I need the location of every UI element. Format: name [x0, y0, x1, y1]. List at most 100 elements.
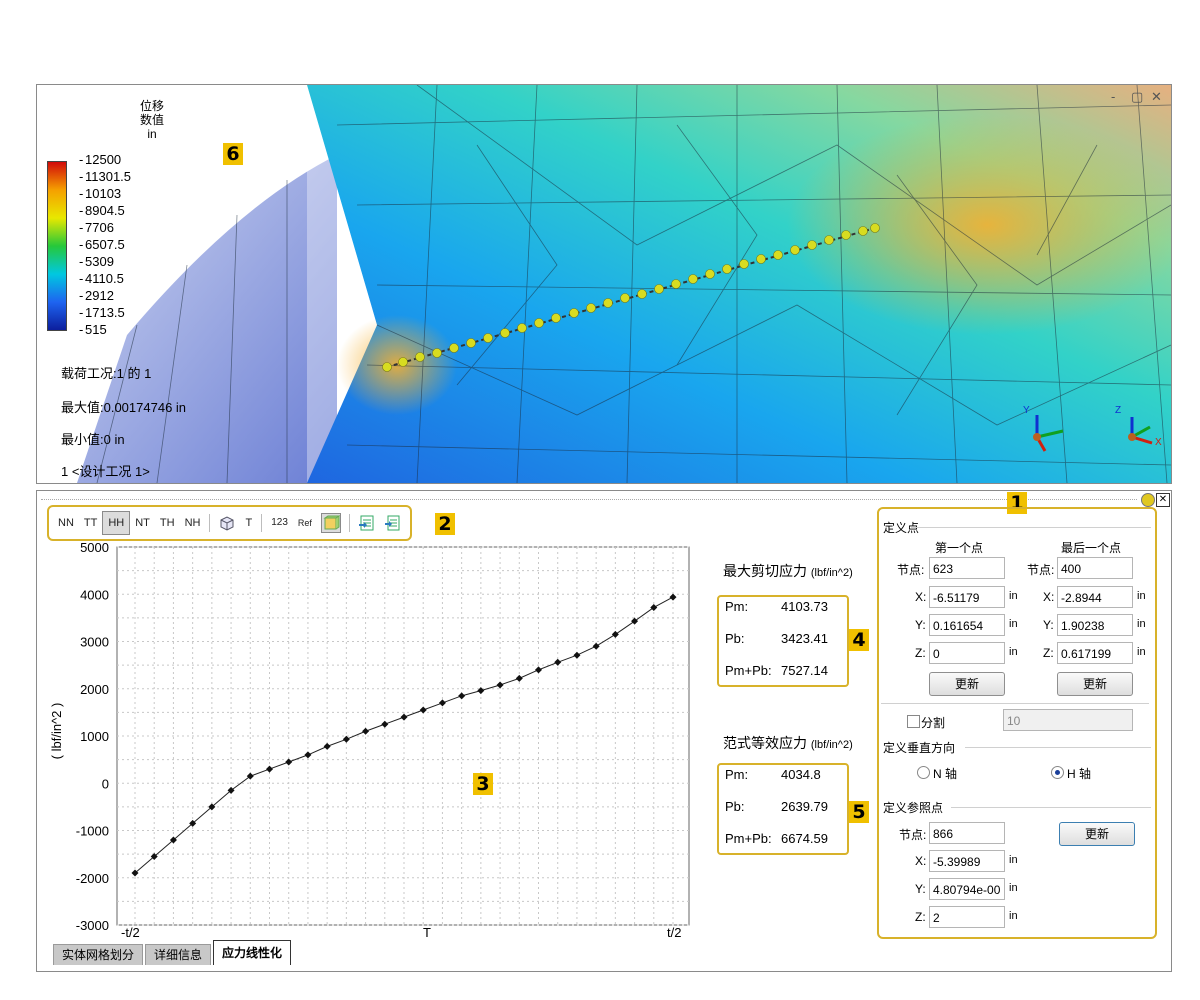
shear-pmpb-value: 7527.14: [781, 663, 828, 678]
callout-badge-3: 3: [473, 773, 493, 795]
first-y-field[interactable]: 0.161654: [929, 614, 1005, 636]
legend-value: 4110.5: [79, 272, 124, 287]
shear-title: 最大剪切应力 (lbf/in^2): [723, 561, 853, 581]
callout-badge-6: 6: [223, 143, 243, 165]
x-tick-label-end: t/2: [667, 925, 681, 940]
legend-value: 2912: [79, 289, 114, 304]
update-last-point-button[interactable]: 更新: [1057, 672, 1133, 696]
legend-value: 12500: [79, 153, 121, 168]
y-tick-label: -2000: [76, 871, 109, 886]
last-point-heading: 最后一个点: [1061, 541, 1122, 555]
tab-solid-mesh[interactable]: 实体网格划分: [53, 944, 144, 965]
export-report-icon[interactable]: [384, 514, 402, 532]
show-model-icon[interactable]: [320, 513, 341, 533]
legend-title-line-1: 位移: [139, 99, 164, 113]
vonmises-pmpb-label: Pm+Pb:: [725, 831, 772, 846]
tab-stress-linearization[interactable]: 应力线性化: [213, 940, 292, 965]
max-value-info: 最大值:0.00174746 in: [61, 400, 187, 415]
tab-details[interactable]: 详细信息: [145, 944, 212, 965]
vonmises-results-box: Pm: 4034.8 Pb: 2639.79 Pm+Pb: 6674.59: [717, 763, 849, 855]
stress-chart[interactable]: 5000 4000 3000 2000 1000 0 -1000 -2000 -3000 ( l…: [37, 531, 717, 941]
legend-value: 7706: [79, 221, 114, 236]
h-axis-radio[interactable]: [1051, 766, 1064, 779]
legend-value: 1713.5: [79, 306, 125, 321]
first-y-label: Y:: [915, 618, 926, 632]
vonmises-title-text: 范式等效应力: [723, 735, 807, 751]
last-node-field[interactable]: 400: [1057, 557, 1133, 579]
update-reference-button[interactable]: 更新: [1059, 822, 1135, 846]
ref-node-field[interactable]: 866: [929, 822, 1005, 844]
triad-label-z: Z: [1115, 405, 1122, 416]
ref-y-field[interactable]: 4.80794e-00: [929, 878, 1005, 900]
split-checkbox[interactable]: [907, 715, 920, 728]
export-excel-icon[interactable]: [358, 514, 376, 532]
first-y-unit: in: [1009, 618, 1018, 630]
first-z-unit: in: [1009, 646, 1018, 658]
last-y-field[interactable]: 1.90238: [1057, 614, 1133, 636]
update-first-point-button[interactable]: 更新: [929, 672, 1005, 696]
shear-results-box: Pm: 4103.73 Pb: 3423.41 Pm+Pb: 7527.14: [717, 595, 849, 687]
ref-z-label: Z:: [915, 910, 926, 924]
shear-pm-label: Pm:: [725, 599, 749, 614]
restore-icon[interactable]: ▢: [1131, 89, 1143, 105]
y-tick-label: 0: [102, 776, 109, 791]
last-x-field[interactable]: -2.8944: [1057, 586, 1133, 608]
ref-y-unit: in: [1009, 882, 1018, 894]
section-divider: [911, 527, 1151, 528]
ref-x-unit: in: [1009, 854, 1018, 866]
panel-grip: [41, 499, 1137, 501]
split-count-field[interactable]: 10: [1003, 709, 1133, 731]
define-reference-heading: 定义参照点: [883, 801, 944, 815]
y-tick-label: 2000: [80, 682, 109, 697]
cube-view-icon[interactable]: [218, 514, 236, 532]
ref-y-label: Y:: [915, 882, 926, 896]
legend-value: 11301.5: [79, 170, 131, 185]
y-tick-labels: 5000 4000 3000 2000 1000 0 -1000 -2000 -3000: [76, 540, 109, 933]
first-x-unit: in: [1009, 590, 1018, 602]
legend-color-bar: [47, 161, 67, 331]
ref-x-field[interactable]: -5.39989: [929, 850, 1005, 872]
n-axis-label: N 轴: [933, 767, 958, 781]
vonmises-pm-value: 4034.8: [781, 767, 821, 782]
vonmises-unit: (lbf/in^2): [810, 739, 853, 751]
legend-title-line-2: 数值: [139, 113, 164, 127]
define-normal-heading: 定义垂直方向: [883, 741, 956, 755]
vonmises-title: 范式等效应力 (lbf/in^2): [723, 733, 853, 753]
ref-node-label: 节点:: [899, 828, 927, 842]
viewport-3d[interactable]: Y Z X 位移 数值 in 12500 11301.5 10103 8904.…: [36, 84, 1172, 484]
last-y-unit: in: [1137, 618, 1146, 630]
first-node-label: 节点:: [897, 563, 925, 577]
split-label: 分割: [921, 716, 946, 730]
bottom-tabs: 实体网格划分 详细信息 应力线性化: [53, 940, 293, 965]
first-node-field[interactable]: 623: [929, 557, 1005, 579]
legend-value: 10103: [79, 187, 121, 202]
ref-z-field[interactable]: 2: [929, 906, 1005, 928]
shear-pm-value: 4103.73: [781, 599, 828, 614]
legend-background: [37, 85, 307, 315]
legend-value: 515: [79, 323, 107, 338]
first-z-field[interactable]: 0: [929, 642, 1005, 664]
first-x-field[interactable]: -6.51179: [929, 586, 1005, 608]
first-x-label: X:: [915, 590, 927, 604]
pin-icon[interactable]: [1141, 493, 1155, 507]
triad-label-x: X: [1155, 437, 1162, 448]
panel-close-icon[interactable]: ✕: [1156, 493, 1170, 507]
y-tick-label: 5000: [80, 540, 109, 555]
h-axis-label: H 轴: [1067, 767, 1092, 781]
stress-linearization-panel: ✕ NN TT HH NT TH NH T 123 Ref 2 5000 400…: [36, 490, 1172, 972]
minimize-icon[interactable]: -: [1111, 89, 1115, 104]
n-axis-radio[interactable]: [917, 766, 930, 779]
last-z-field[interactable]: 0.617199: [1057, 642, 1133, 664]
ref-z-unit: in: [1009, 910, 1018, 922]
shear-pmpb-label: Pm+Pb:: [725, 663, 772, 678]
close-icon[interactable]: ✕: [1151, 89, 1162, 105]
y-tick-label: 1000: [80, 729, 109, 744]
vonmises-pmpb-value: 6674.59: [781, 831, 828, 846]
legend-value: 8904.5: [79, 204, 125, 219]
callout-badge-5: 5: [849, 801, 869, 823]
toolbar-separator: [209, 514, 211, 532]
last-z-label: Z:: [1043, 646, 1054, 660]
callout-badge-4: 4: [849, 629, 869, 651]
settings-panel: 定义点 第一个点 最后一个点 节点: 623 节点: 400 X: -6.511…: [877, 507, 1157, 939]
toolbar-separator: [261, 514, 263, 532]
